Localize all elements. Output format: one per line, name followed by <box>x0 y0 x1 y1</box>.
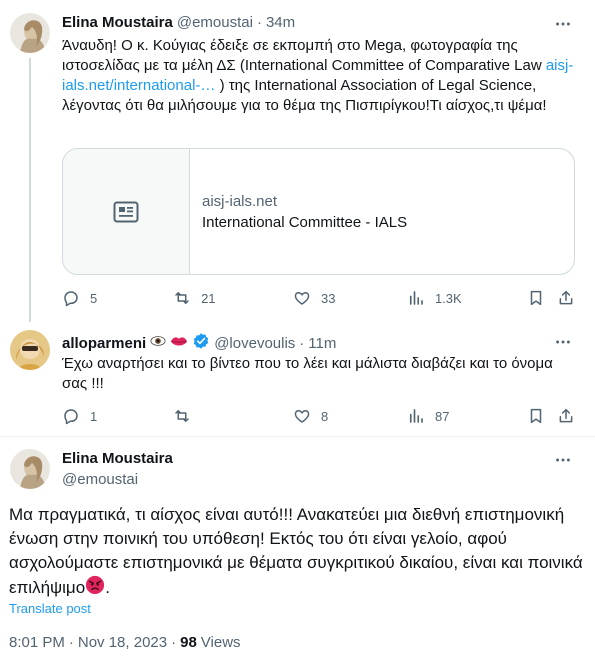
reply-icon <box>64 409 78 425</box>
post-time[interactable]: 34m <box>266 14 295 31</box>
tweet-2[interactable]: alloparmeni @lovevoulis · 11m Έχω αναρτή… <box>0 322 595 436</box>
post-date[interactable]: Nov 18, 2023 <box>78 634 167 651</box>
views-icon <box>409 291 423 305</box>
share-icon <box>559 408 573 423</box>
avatar-image <box>10 330 50 370</box>
author-handle[interactable]: @lovevoulis <box>214 335 295 352</box>
reply-count: 1 <box>90 408 98 424</box>
reply-count: 5 <box>90 290 98 306</box>
card-thumbnail <box>63 149 190 274</box>
more-icon <box>556 458 570 462</box>
separator: · <box>256 14 262 31</box>
avatar[interactable] <box>10 449 50 489</box>
share-button[interactable] <box>557 406 577 426</box>
more-options-button[interactable] <box>553 450 573 470</box>
author-name[interactable]: Elina Moustaira <box>62 450 173 467</box>
more-options-button[interactable] <box>553 14 573 34</box>
post-text-tail: . <box>105 577 110 597</box>
share-icon <box>559 290 573 305</box>
action-bar: 1 8 87 <box>62 406 577 426</box>
thread-line <box>29 58 31 322</box>
retweet-count: 21 <box>201 290 216 306</box>
post-time[interactable]: 11m <box>308 335 336 352</box>
author-handle[interactable]: @emoustai <box>177 14 253 31</box>
author-name[interactable]: alloparmeni <box>62 335 146 352</box>
card-title: International Committee - IALS <box>202 213 408 231</box>
avatar[interactable] <box>10 330 50 370</box>
link-preview-card[interactable]: aisj-ials.net International Committee - … <box>62 148 575 275</box>
post-text-part: Άναυδη! Ο κ. Κούγιας έδειξε σε εκπομπή σ… <box>62 37 546 74</box>
heart-icon <box>294 292 310 305</box>
post-text: Άναυδη! Ο κ. Κούγιας έδειξε σε εκπομπή σ… <box>62 36 582 116</box>
views-button[interactable]: 87 <box>407 406 527 426</box>
author-handle[interactable]: @emoustai <box>62 471 138 488</box>
bookmark-icon <box>530 408 542 424</box>
retweet-icon <box>175 410 189 422</box>
views-count: 98 <box>180 634 197 651</box>
views-icon <box>409 409 423 423</box>
views-count: 1.3K <box>434 290 462 306</box>
eye-emoji <box>150 333 166 353</box>
angry-face-emoji <box>85 575 105 602</box>
tweet-1[interactable]: Elina Moustaira @emoustai · 34m Άναυδη! … <box>0 0 595 322</box>
share-button[interactable] <box>557 288 577 308</box>
bookmark-icon <box>530 290 542 306</box>
post-meta: 8:01 PM · Nov 18, 2023 · 98 Views <box>9 634 241 651</box>
separator: · <box>299 334 305 352</box>
bookmark-button[interactable] <box>527 406 557 426</box>
views-label: Views <box>200 634 241 651</box>
heart-icon <box>294 410 310 423</box>
views-count: 87 <box>434 408 450 424</box>
avatar-image <box>10 449 50 489</box>
bookmark-button[interactable] <box>527 288 557 308</box>
more-icon <box>556 22 570 26</box>
avatar[interactable] <box>10 13 50 53</box>
verified-icon[interactable] <box>192 332 210 354</box>
retweet-icon <box>175 292 189 304</box>
avatar-image <box>10 13 50 53</box>
author-name[interactable]: Elina Moustaira <box>62 14 173 31</box>
translate-post-link[interactable]: Translate post <box>9 601 91 616</box>
reply-button[interactable]: 1 <box>62 406 173 426</box>
reply-icon <box>64 291 78 307</box>
tweet-header: Elina Moustaira @emoustai · 34m <box>62 14 295 31</box>
tweet-header: alloparmeni @lovevoulis · 11m <box>62 332 336 354</box>
lips-emoji <box>170 335 188 352</box>
action-bar: 5 21 33 1.3K <box>62 288 577 308</box>
like-button[interactable]: 8 <box>293 406 407 426</box>
post-text: Έχω αναρτήσει και το βίντεο που το λέει … <box>62 355 553 392</box>
views-button[interactable]: 1.3K <box>407 288 527 308</box>
post-time[interactable]: 8:01 PM <box>9 634 65 651</box>
more-icon <box>556 340 570 344</box>
reply-button[interactable]: 5 <box>62 288 173 308</box>
like-button[interactable]: 33 <box>293 288 407 308</box>
retweet-button[interactable] <box>173 406 293 426</box>
article-icon <box>113 201 139 222</box>
like-count: 33 <box>320 290 336 306</box>
post-text: Μα πραγματικά, τι αίσχος είναι αυτό!!! Α… <box>9 503 584 602</box>
more-options-button[interactable] <box>553 332 573 352</box>
retweet-button[interactable]: 21 <box>173 288 293 308</box>
separator: · <box>68 634 74 651</box>
card-info: aisj-ials.net International Committee - … <box>190 149 419 274</box>
like-count: 8 <box>320 408 329 424</box>
separator: · <box>171 634 177 651</box>
card-domain: aisj-ials.net <box>202 192 278 210</box>
